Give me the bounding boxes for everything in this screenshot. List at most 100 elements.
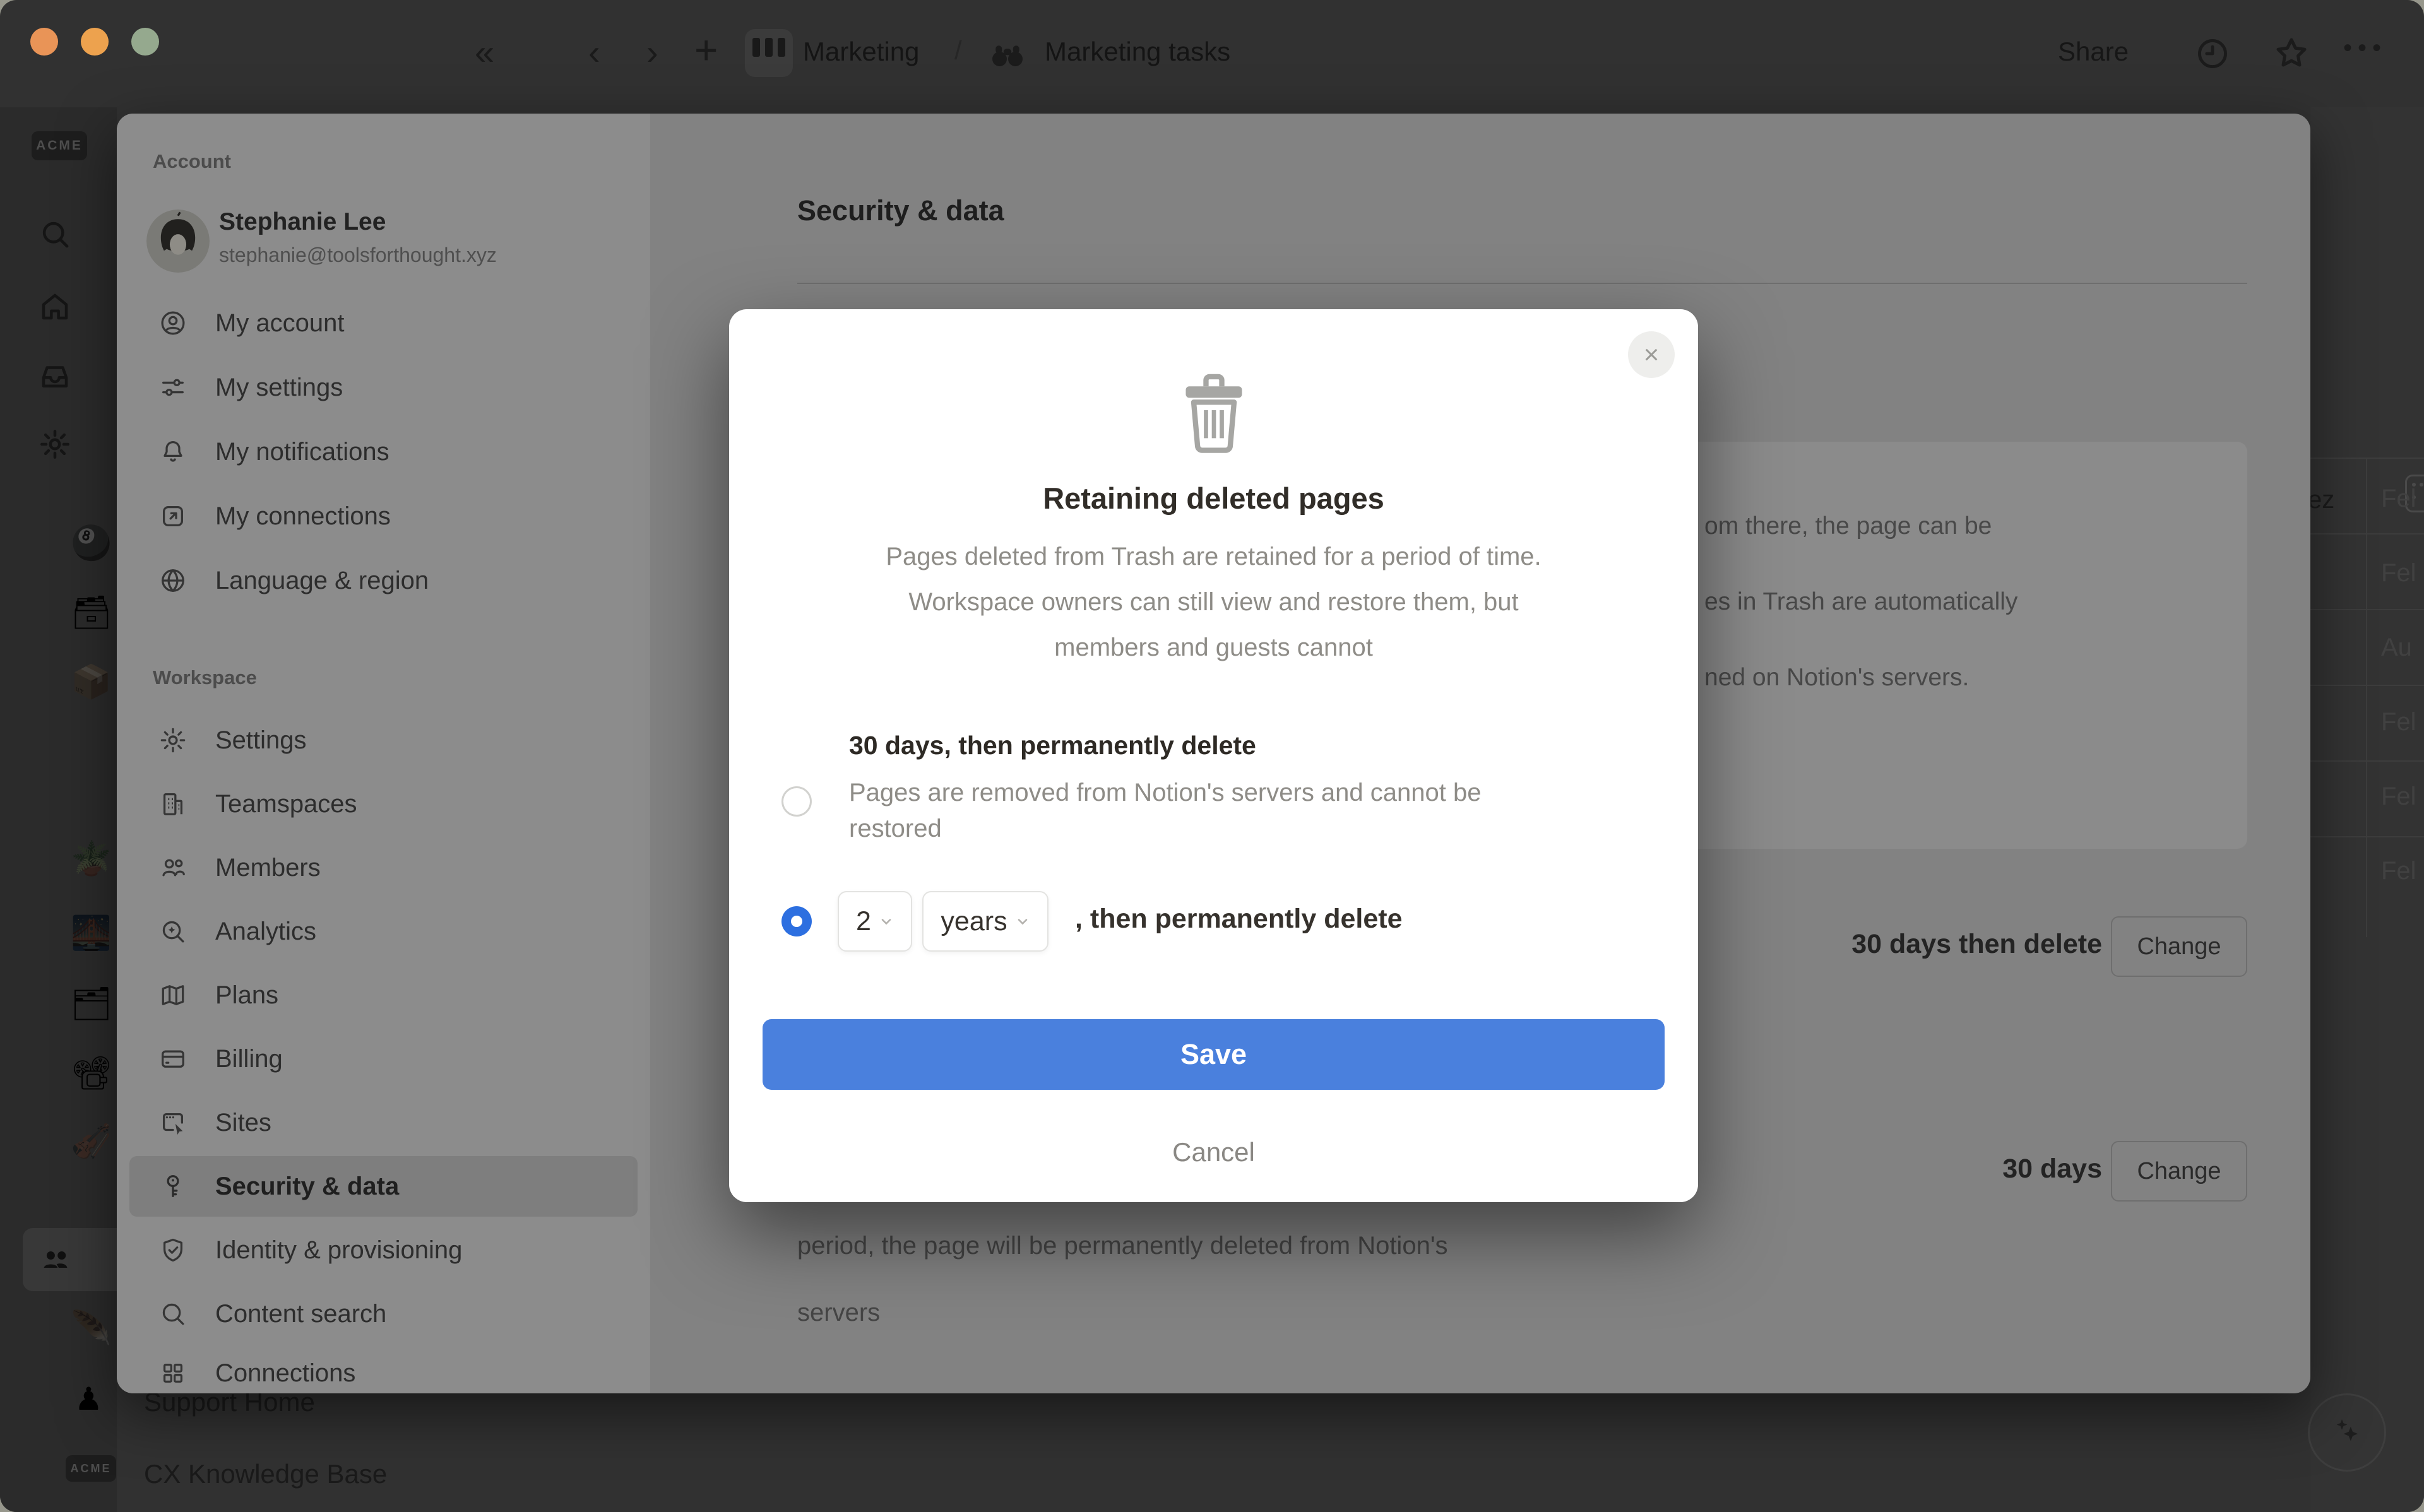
- breadcrumb-parent[interactable]: Marketing: [803, 37, 919, 67]
- sidebar-item-my-connections[interactable]: My connections: [129, 486, 638, 546]
- zoom-window-button[interactable]: [131, 28, 159, 56]
- workspace-section-header: Workspace: [153, 666, 257, 688]
- share-button[interactable]: Share: [2058, 37, 2129, 67]
- sidebar-item-settings[interactable]: Settings: [129, 710, 638, 771]
- settings-gear-icon[interactable]: [38, 427, 72, 461]
- gear-icon: [160, 728, 186, 753]
- sidebar-item-my-settings[interactable]: My settings: [129, 357, 638, 418]
- breadcrumb-separator: /: [954, 35, 962, 65]
- table-cell: Au: [2381, 634, 2412, 661]
- page-emoji-violin[interactable]: 🎻: [71, 1122, 112, 1161]
- new-page-icon[interactable]: +: [694, 27, 718, 73]
- members-people-icon: [162, 859, 185, 877]
- sidebar-item-sites[interactable]: Sites: [129, 1092, 638, 1153]
- page-emoji-plant[interactable]: 🪴: [71, 839, 112, 878]
- sidebar-item-identity-provisioning[interactable]: Identity & provisioning: [129, 1220, 638, 1280]
- back-icon[interactable]: ‹: [588, 32, 600, 73]
- binoculars-icon: [989, 35, 1026, 76]
- sidebar-item-security-data[interactable]: Security & data: [129, 1156, 638, 1217]
- building-icon: [163, 793, 183, 815]
- page-title: Security & data: [797, 194, 1004, 227]
- toolbar: « ‹ › + Marketing / Marketing tasks Shar…: [0, 0, 2424, 107]
- divider: [797, 283, 2247, 284]
- retain-deleted-pages-dialog: × Retaining deleted pages Pages deleted …: [729, 309, 1698, 1202]
- credit-card-icon: [162, 1050, 184, 1068]
- sidebar-item-content-search[interactable]: Content search: [129, 1284, 638, 1344]
- option-custom-suffix: , then permanently delete: [1075, 904, 1403, 934]
- table-cell: Fel: [2381, 783, 2416, 810]
- ai-sparkles-button[interactable]: [2308, 1393, 2386, 1472]
- page-emoji-cardbox[interactable]: 🗃: [71, 593, 112, 632]
- search-icon: [162, 1303, 184, 1325]
- favorite-star-icon[interactable]: [2272, 34, 2310, 75]
- change-trash-button[interactable]: Change: [2111, 1141, 2247, 1202]
- page-emoji-projector[interactable]: 📽: [71, 1054, 112, 1092]
- retention-setting-value: 30 days then delete: [1851, 929, 2102, 959]
- info-card-text: es in Trash are automatically: [1704, 588, 2018, 615]
- sidebar-item-language-region[interactable]: Language & region: [129, 550, 638, 611]
- dialog-description: Pages deleted from Trash are retained fo…: [886, 543, 1542, 661]
- sidebar-item-connections[interactable]: Connections: [129, 1343, 638, 1393]
- table-cell: Fel: [2381, 485, 2416, 512]
- sliders-icon: [162, 379, 184, 396]
- page-emoji-bridge[interactable]: 🌉: [71, 914, 112, 952]
- sidebar-item-cx-knowledge-base[interactable]: CX Knowledge Base: [144, 1459, 387, 1489]
- sidebar-item-members[interactable]: Members: [129, 837, 638, 898]
- window-controls: [30, 28, 159, 56]
- trash-setting-value: 30 days: [2002, 1154, 2102, 1184]
- browser-cursor-icon: [162, 1113, 184, 1135]
- people-icon: [44, 1251, 68, 1268]
- workspace-logo[interactable]: ACME: [32, 131, 87, 160]
- app-sidebar: ACME 🎱 🗃 📦 🪴 🌉 🗂 📽 🎻 🪶: [0, 107, 149, 1512]
- background-table: ez Fel Fel Au Fel Fel Fel: [2308, 107, 2424, 1512]
- dialog-title: Retaining deleted pages: [1043, 481, 1384, 515]
- board-page-icon[interactable]: [745, 29, 793, 77]
- page-emoji-files[interactable]: 🗂: [71, 984, 112, 1023]
- sidebar-item-plans[interactable]: Plans: [129, 965, 638, 1025]
- sidebar-collapse-icon[interactable]: «: [475, 32, 494, 73]
- inbox-icon[interactable]: [38, 359, 72, 393]
- map-icon: [162, 985, 184, 1005]
- sidebar-item-my-notifications[interactable]: My notifications: [129, 422, 638, 482]
- option-30-days-description: Pages are removed from Notion's servers …: [849, 779, 1482, 842]
- change-retention-button[interactable]: Change: [2111, 916, 2247, 977]
- more-menu-icon[interactable]: •••: [2343, 34, 2387, 62]
- sidebar-item-my-account[interactable]: My account: [129, 293, 638, 353]
- sidebar-item-teamspaces[interactable]: Teamspaces: [129, 774, 638, 834]
- retention-unit-select[interactable]: years: [922, 891, 1049, 952]
- radio-custom-period[interactable]: [781, 906, 812, 936]
- table-cell: Fel: [2381, 708, 2416, 736]
- page-emoji-8ball[interactable]: 🎱: [71, 524, 112, 562]
- forward-icon[interactable]: ›: [646, 32, 658, 73]
- page-emoji-package[interactable]: 📦: [71, 663, 112, 701]
- search-icon[interactable]: [38, 217, 72, 251]
- account-email: stephanie@toolsforthought.xyz: [219, 244, 497, 266]
- magnifier-sparkle-icon: [162, 921, 184, 943]
- retention-number-select[interactable]: 2: [838, 891, 912, 952]
- trash-icon: [1179, 372, 1249, 456]
- page-emoji-feather[interactable]: 🪶: [71, 1309, 112, 1347]
- key-icon: [167, 1175, 179, 1197]
- cancel-button[interactable]: Cancel: [729, 1137, 1698, 1167]
- sidebar-item-analytics[interactable]: Analytics: [129, 901, 638, 962]
- breadcrumb-current[interactable]: Marketing tasks: [1045, 37, 1230, 67]
- save-button[interactable]: Save: [763, 1019, 1665, 1090]
- shield-check-icon: [163, 1238, 183, 1262]
- close-window-button[interactable]: [30, 28, 58, 56]
- acme-page-icon: ACME: [66, 1455, 116, 1482]
- sidebar-item-billing[interactable]: Billing: [129, 1029, 638, 1089]
- info-card-text: om there, the page can be: [1704, 512, 1992, 540]
- avatar: [146, 210, 210, 273]
- option-30-days-label[interactable]: 30 days, then permanently delete: [849, 731, 1256, 760]
- close-icon[interactable]: ×: [1628, 331, 1675, 378]
- radio-30-days[interactable]: [781, 786, 812, 817]
- setting-description-text: period, the page will be permanently del…: [797, 1232, 1448, 1260]
- chevron-down-icon: [881, 919, 891, 925]
- account-section-header: Account: [153, 150, 231, 172]
- grid-icon: [163, 1363, 183, 1383]
- chevron-down-icon: [1018, 919, 1027, 925]
- history-clock-icon[interactable]: [2194, 35, 2231, 75]
- minimize-window-button[interactable]: [81, 28, 109, 56]
- home-icon[interactable]: [38, 290, 72, 324]
- app-window: « ‹ › + Marketing / Marketing tasks Shar…: [0, 0, 2424, 1512]
